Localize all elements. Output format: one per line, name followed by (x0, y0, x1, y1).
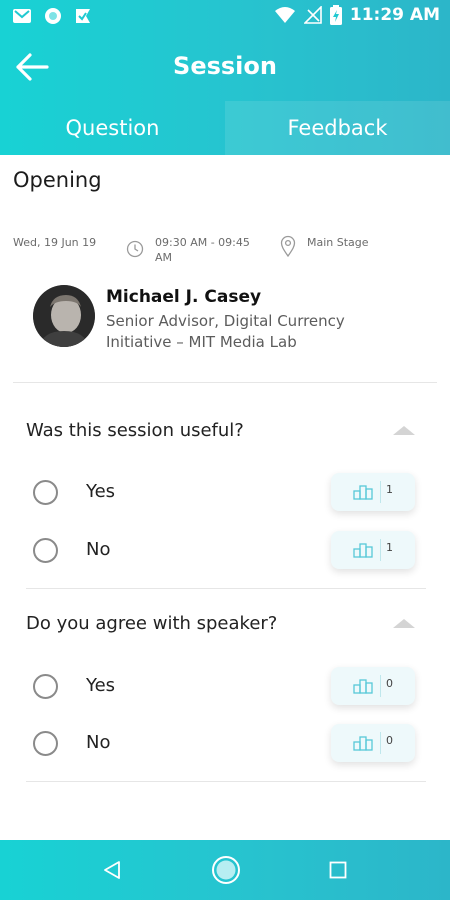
vote-count-badge: 0 (331, 667, 415, 705)
option-radio[interactable] (33, 674, 58, 699)
option-radio[interactable] (33, 731, 58, 756)
session-location: Main Stage (307, 236, 369, 249)
collapse-caret-icon[interactable] (393, 426, 415, 435)
vote-count: 0 (386, 677, 393, 690)
page-title: Session (173, 52, 277, 80)
vote-separator (380, 732, 381, 754)
vote-count: 1 (386, 541, 393, 554)
speaker-photo (33, 285, 95, 347)
option-row: Yes 0 (0, 667, 450, 707)
navigation-bar (0, 840, 450, 900)
vote-separator (380, 675, 381, 697)
option-label: Yes (86, 481, 116, 502)
check-flag-icon (76, 9, 90, 23)
session-title: Opening (13, 168, 102, 192)
home-circle-icon[interactable] (211, 855, 241, 885)
question-title: Do you agree with speaker? (26, 613, 278, 634)
podium-icon (353, 485, 373, 500)
option-radio[interactable] (33, 538, 58, 563)
vote-count-badge: 0 (331, 724, 415, 762)
vote-count-badge: 1 (331, 473, 415, 511)
vote-separator (380, 539, 381, 561)
option-label: No (86, 732, 111, 753)
option-label: Yes (86, 675, 116, 696)
question-divider (26, 781, 426, 782)
speaker-name[interactable]: Michael J. Casey (106, 287, 261, 307)
vote-count-badge: 1 (331, 531, 415, 569)
podium-icon (353, 736, 373, 751)
option-row: No 0 (0, 724, 450, 764)
vote-separator (380, 481, 381, 503)
tab-question[interactable]: Question (0, 101, 225, 155)
clock-icon (126, 240, 144, 258)
vote-count: 0 (386, 734, 393, 747)
status-time: 11:29 AM (349, 5, 440, 25)
app-bar: Session (0, 40, 450, 96)
question-divider (26, 588, 426, 589)
option-row: Yes 1 (0, 473, 450, 513)
option-label: No (86, 539, 111, 560)
tab-bar: Question Feedback (0, 101, 450, 155)
battery-icon (329, 5, 342, 25)
option-radio[interactable] (33, 480, 58, 505)
podium-icon (353, 679, 373, 694)
header: 11:29 AM Session Question Feedback (0, 0, 450, 155)
speaker-avatar[interactable] (33, 285, 95, 347)
podium-icon (353, 543, 373, 558)
session-time: 09:30 AM - 09:45 AM (155, 236, 250, 264)
no-signal-icon (303, 6, 322, 24)
recents-square-icon[interactable] (329, 861, 347, 879)
tab-feedback[interactable]: Feedback (225, 101, 450, 155)
collapse-caret-icon[interactable] (393, 619, 415, 628)
question-title: Was this session useful? (26, 420, 244, 441)
vote-count: 1 (386, 483, 393, 496)
option-row: No 1 (0, 531, 450, 571)
circle-icon (45, 8, 61, 24)
status-bar: 11:29 AM (0, 0, 450, 33)
location-pin-icon (280, 235, 296, 257)
back-triangle-icon[interactable] (102, 860, 122, 880)
wifi-icon (274, 7, 295, 23)
speaker-role: Senior Advisor, Digital Currency Initiat… (106, 312, 345, 351)
session-date: Wed, 19 Jun 19 (13, 236, 97, 249)
gmail-icon (13, 9, 31, 23)
speaker-divider (13, 382, 437, 383)
